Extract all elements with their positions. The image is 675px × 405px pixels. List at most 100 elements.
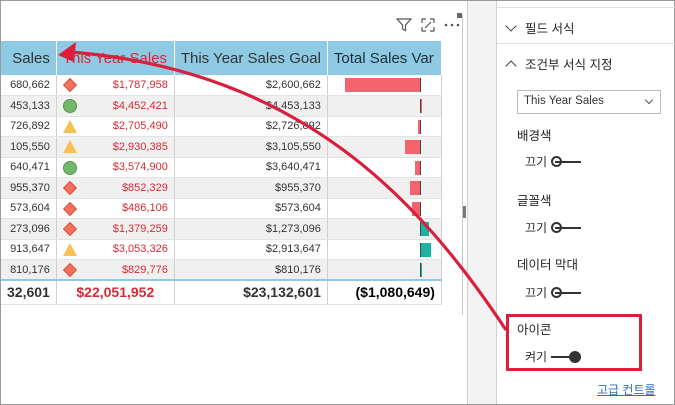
report-canvas: Sales This Year Sales This Year Sales Go… <box>1 1 467 404</box>
toggle-switch-off[interactable] <box>551 221 582 234</box>
cell-value: $1,787,958 <box>112 79 168 91</box>
cell-value: $486,106 <box>121 202 168 215</box>
column-header-sales-goal[interactable]: This Year Sales Goal <box>174 41 328 75</box>
horizontal-scroll-handle[interactable] <box>463 206 466 218</box>
table-row: 955,370 $852,329 $955,370 <box>1 177 442 199</box>
data-bar <box>410 181 420 195</box>
cell-this-year-sales: $2,705,490 <box>56 116 175 137</box>
focus-mode-icon[interactable] <box>419 17 437 33</box>
icons-highlight-box <box>506 314 642 371</box>
cell-sales-var <box>327 218 442 240</box>
diamond-status-icon <box>62 221 77 237</box>
cell-sales-var <box>327 75 442 96</box>
cell-sales: 273,096 <box>1 218 57 240</box>
table-row: 913,647 $3,053,326 $2,913,647 <box>1 239 442 260</box>
data-bar <box>412 201 420 216</box>
table-row: 105,550 $2,930,385 $3,105,550 <box>1 136 442 158</box>
cell-value: $852,329 <box>121 181 168 194</box>
cell-sales: 810,176 <box>1 259 57 281</box>
cell-sales-var <box>327 136 442 158</box>
cell-this-year-sales: $3,053,326 <box>56 239 175 260</box>
chevron-up-icon <box>505 59 517 72</box>
cell-sales: 955,370 <box>1 177 57 199</box>
table-row: 640,471 $3,574,900 $3,640,471 <box>1 157 442 178</box>
table-row: 726,892 $2,705,490 $2,726,892 <box>1 116 442 137</box>
cell-value: $3,574,900 <box>112 161 168 174</box>
cell-this-year-sales: $4,452,421 <box>56 95 175 117</box>
data-bars-toggle[interactable]: 끄기 <box>525 284 582 301</box>
field-select-dropdown[interactable]: This Year Sales <box>517 90 661 114</box>
diamond-status-icon <box>62 180 77 196</box>
cell-this-year-sales: $852,329 <box>56 177 175 199</box>
table-row: 810,176 $829,776 $810,176 <box>1 259 442 281</box>
font-color-label: 글꼴색 <box>517 194 552 208</box>
triangle-status-icon <box>62 242 77 257</box>
divider <box>497 7 675 8</box>
chevron-down-icon <box>505 19 517 32</box>
cell-sales: 913,647 <box>1 239 57 260</box>
data-bar <box>419 222 429 236</box>
table-header-row: Sales This Year Sales This Year Sales Go… <box>1 41 442 75</box>
column-header-total-sales-var[interactable]: Total Sales Var <box>327 41 442 75</box>
sales-table: Sales This Year Sales This Year Sales Go… <box>1 41 442 305</box>
data-bars-label: 데이터 막대 <box>517 258 578 272</box>
cell-this-year-sales: $1,379,259 <box>56 218 175 240</box>
cell-sales-goal: $2,726,892 <box>174 116 328 137</box>
cell-this-year-sales: $829,776 <box>56 259 175 281</box>
table-row: 453,133 $4,452,421 $4,453,133 <box>1 95 442 117</box>
advanced-controls-link[interactable]: 고급 컨트롤 <box>597 381 656 398</box>
divider <box>497 43 675 44</box>
cell-sales: 680,662 <box>1 75 57 96</box>
triangle-status-icon <box>62 119 77 134</box>
cell-sales: 105,550 <box>1 136 57 158</box>
cell-value: $3,053,326 <box>112 243 168 256</box>
cell-sales: 726,892 <box>1 116 57 137</box>
toggle-switch-off[interactable] <box>551 286 582 299</box>
cell-this-year-sales: $2,930,385 <box>56 136 175 158</box>
field-format-section[interactable]: 필드 서식 <box>505 18 575 37</box>
field-format-label: 필드 서식 <box>525 22 575 36</box>
filter-icon[interactable] <box>395 17 413 33</box>
total-this-year-sales: $22,051,952 <box>56 279 175 305</box>
cell-this-year-sales: $1,787,958 <box>56 75 175 96</box>
circle-status-icon <box>62 160 77 175</box>
more-options-icon[interactable] <box>443 17 461 33</box>
toggle-state-label: 끄기 <box>525 155 548 169</box>
toggle-state-label: 끄기 <box>525 221 548 235</box>
cell-sales-var <box>327 95 442 117</box>
toggle-switch-off[interactable] <box>551 155 582 168</box>
column-header-this-year-sales[interactable]: This Year Sales <box>56 41 175 75</box>
cell-sales-goal: $4,453,133 <box>174 95 328 117</box>
chevron-down-icon <box>644 95 654 105</box>
background-color-label: 배경색 <box>517 129 552 143</box>
diamond-status-icon <box>62 77 77 93</box>
conditional-format-section[interactable]: 조건부 서식 지정 <box>505 54 612 73</box>
cell-sales: 640,471 <box>1 157 57 178</box>
cell-sales-var <box>327 198 442 219</box>
cell-value: $829,776 <box>121 263 168 276</box>
pane-gutter <box>467 1 496 404</box>
cell-sales-var <box>327 157 442 178</box>
font-color-toggle[interactable]: 끄기 <box>525 219 582 236</box>
cell-sales-goal: $3,640,471 <box>174 157 328 178</box>
cell-sales-goal: $1,273,096 <box>174 218 328 240</box>
cell-sales-goal: $573,604 <box>174 198 328 219</box>
cell-value: $2,930,385 <box>112 140 168 153</box>
cell-sales: 573,604 <box>1 198 57 219</box>
data-bar <box>345 78 420 92</box>
background-color-toggle[interactable]: 끄기 <box>525 153 582 170</box>
cell-value: $2,705,490 <box>112 120 168 133</box>
total-sales-goal: $23,132,601 <box>174 279 328 305</box>
data-bar <box>404 140 420 154</box>
circle-status-icon <box>62 99 77 113</box>
total-sales: 32,601 <box>1 279 57 305</box>
total-sales-var: ($1,080,649) <box>327 279 442 305</box>
cell-sales-goal: $2,600,662 <box>174 75 328 96</box>
column-header-sales[interactable]: Sales <box>1 41 57 75</box>
table-row: 273,096 $1,379,259 $1,273,096 <box>1 218 442 240</box>
cell-value: $1,379,259 <box>112 222 168 235</box>
table-row: 573,604 $486,106 $573,604 <box>1 198 442 219</box>
table-row: 680,662 $1,787,958 $2,600,662 <box>1 75 442 96</box>
triangle-status-icon <box>62 140 77 154</box>
cell-sales-var <box>327 177 442 199</box>
